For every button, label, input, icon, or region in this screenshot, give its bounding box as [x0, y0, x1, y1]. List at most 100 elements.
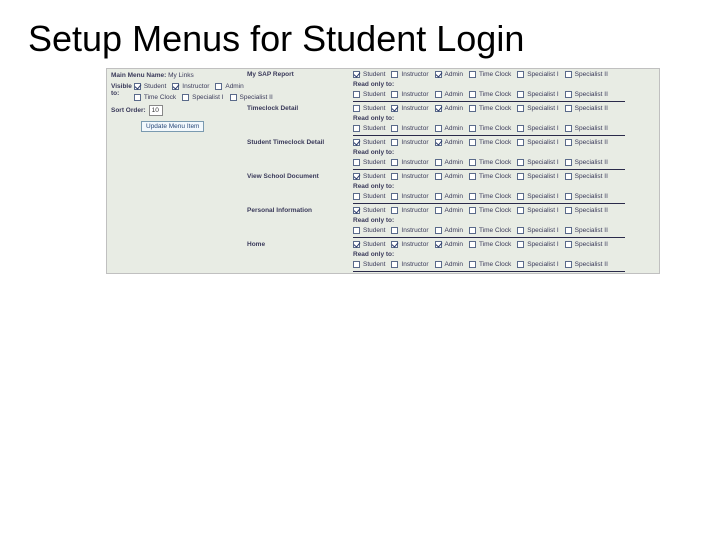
checkbox-student[interactable] — [353, 125, 360, 132]
checkbox-label: Specialist II — [574, 139, 612, 146]
checkbox-instructor[interactable] — [391, 105, 398, 112]
checkbox-time-clock[interactable] — [469, 241, 476, 248]
checkbox-admin[interactable] — [435, 71, 442, 78]
checkbox-admin[interactable] — [435, 193, 442, 200]
checkbox-admin[interactable] — [435, 105, 442, 112]
checkbox-specialist-ii[interactable] — [565, 207, 572, 214]
checkbox-admin[interactable] — [435, 159, 442, 166]
checkbox-label: Time Clock — [143, 94, 180, 101]
checkbox-time-clock[interactable] — [469, 139, 476, 146]
checkbox-time-clock[interactable] — [469, 91, 476, 98]
checkbox-specialist-ii[interactable] — [230, 94, 237, 101]
checkbox-label: Instructor — [181, 83, 213, 90]
checkbox-specialist-i[interactable] — [517, 261, 524, 268]
checkbox-instructor[interactable] — [391, 91, 398, 98]
checkbox-specialist-i[interactable] — [517, 125, 524, 132]
checkbox-specialist-ii[interactable] — [565, 105, 572, 112]
section-name: My SAP Report — [243, 69, 353, 80]
checkbox-specialist-ii[interactable] — [565, 91, 572, 98]
checkbox-admin[interactable] — [435, 173, 442, 180]
checkbox-specialist-i[interactable] — [517, 227, 524, 234]
checkbox-specialist-ii[interactable] — [565, 71, 572, 78]
checkbox-student[interactable] — [353, 193, 360, 200]
checkbox-specialist-i[interactable] — [517, 105, 524, 112]
checkbox-instructor[interactable] — [391, 207, 398, 214]
checkbox-admin[interactable] — [435, 91, 442, 98]
checkbox-label: Specialist I — [526, 139, 562, 146]
checkbox-instructor[interactable] — [391, 193, 398, 200]
checkbox-admin[interactable] — [435, 207, 442, 214]
checkbox-student[interactable] — [353, 241, 360, 248]
checkbox-specialist-i[interactable] — [517, 193, 524, 200]
checkbox-admin[interactable] — [435, 261, 442, 268]
checkbox-time-clock[interactable] — [469, 207, 476, 214]
checkbox-time-clock[interactable] — [469, 261, 476, 268]
section-roles: StudentInstructorAdminTime ClockSpeciali… — [353, 239, 633, 273]
checkbox-student[interactable] — [353, 227, 360, 234]
checkbox-admin[interactable] — [435, 227, 442, 234]
checkbox-label: Admin — [444, 227, 467, 234]
checkbox-specialist-i[interactable] — [517, 207, 524, 214]
checkbox-time-clock[interactable] — [469, 193, 476, 200]
checkbox-specialist-i[interactable] — [517, 159, 524, 166]
checkbox-student[interactable] — [353, 173, 360, 180]
checkbox-specialist-i[interactable] — [517, 71, 524, 78]
checkbox-specialist-ii[interactable] — [565, 261, 572, 268]
checkbox-student[interactable] — [353, 159, 360, 166]
checkbox-label: Admin — [444, 241, 467, 248]
checkbox-time-clock[interactable] — [469, 125, 476, 132]
checkbox-admin[interactable] — [435, 139, 442, 146]
checkbox-time-clock[interactable] — [469, 105, 476, 112]
checkbox-time-clock[interactable] — [469, 71, 476, 78]
checkbox-label: Specialist II — [574, 241, 612, 248]
checkbox-student[interactable] — [353, 261, 360, 268]
checkbox-instructor[interactable] — [391, 125, 398, 132]
checkbox-specialist-ii[interactable] — [565, 227, 572, 234]
checkbox-specialist-ii[interactable] — [565, 193, 572, 200]
checkbox-student[interactable] — [353, 139, 360, 146]
checkbox-instructor[interactable] — [391, 139, 398, 146]
checkbox-specialist-i[interactable] — [517, 91, 524, 98]
checkbox-instructor[interactable] — [391, 261, 398, 268]
checkbox-admin[interactable] — [435, 241, 442, 248]
checkbox-instructor[interactable] — [391, 173, 398, 180]
checkbox-label: Student — [362, 207, 389, 214]
checkbox-label: Admin — [444, 207, 467, 214]
checkbox-instructor[interactable] — [172, 83, 179, 90]
checkbox-time-clock[interactable] — [469, 173, 476, 180]
checkbox-admin[interactable] — [215, 83, 222, 90]
checkbox-label: Time Clock — [478, 241, 515, 248]
checkbox-specialist-ii[interactable] — [565, 159, 572, 166]
checkbox-student[interactable] — [353, 91, 360, 98]
section-name: View School Document — [243, 171, 353, 182]
checkbox-instructor[interactable] — [391, 241, 398, 248]
checkbox-admin[interactable] — [435, 125, 442, 132]
checkbox-student[interactable] — [134, 83, 141, 90]
checkbox-specialist-ii[interactable] — [565, 173, 572, 180]
checkbox-time-clock[interactable] — [469, 227, 476, 234]
menu-section: Student Timeclock DetailStudentInstructo… — [243, 137, 659, 171]
checkbox-time-clock[interactable] — [134, 94, 141, 101]
sort-order-input[interactable] — [149, 105, 163, 116]
checkbox-time-clock[interactable] — [469, 159, 476, 166]
checkbox-instructor[interactable] — [391, 227, 398, 234]
checkbox-label: Instructor — [400, 227, 432, 234]
checkbox-label: Instructor — [400, 207, 432, 214]
update-menu-item-button[interactable]: Update Menu Item — [141, 121, 204, 132]
checkbox-specialist-ii[interactable] — [565, 125, 572, 132]
checkbox-specialist-i[interactable] — [517, 173, 524, 180]
checkbox-specialist-ii[interactable] — [565, 139, 572, 146]
main-menu-row: Main Menu Name: My Links — [107, 69, 243, 81]
checkbox-student[interactable] — [353, 207, 360, 214]
checkbox-specialist-i[interactable] — [182, 94, 189, 101]
checkbox-label: Admin — [444, 139, 467, 146]
checkbox-instructor[interactable] — [391, 159, 398, 166]
checkbox-specialist-i[interactable] — [517, 139, 524, 146]
checkbox-specialist-i[interactable] — [517, 241, 524, 248]
menu-section: My SAP ReportStudentInstructorAdminTime … — [243, 69, 659, 103]
checkbox-student[interactable] — [353, 71, 360, 78]
checkbox-instructor[interactable] — [391, 71, 398, 78]
checkbox-student[interactable] — [353, 105, 360, 112]
checkbox-label: Student — [362, 159, 389, 166]
checkbox-specialist-ii[interactable] — [565, 241, 572, 248]
